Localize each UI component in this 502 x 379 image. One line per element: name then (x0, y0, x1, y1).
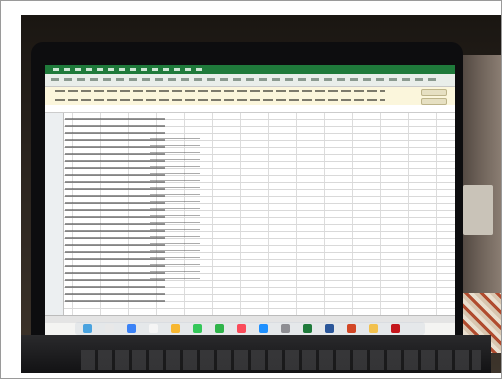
row-headers (45, 113, 64, 315)
calendar-icon[interactable] (149, 324, 158, 333)
chrome-icon[interactable] (369, 324, 378, 333)
spreadsheet-grid (45, 113, 455, 315)
settings-icon[interactable] (281, 324, 290, 333)
app-store-icon[interactable] (259, 324, 268, 333)
messages-icon[interactable] (193, 324, 202, 333)
photos-icon[interactable] (171, 324, 180, 333)
facetime-icon[interactable] (215, 324, 224, 333)
cell-data (150, 133, 200, 283)
notification-button (421, 89, 447, 96)
notification-button (421, 98, 447, 105)
keyboard (81, 350, 481, 370)
laptop-screen (45, 65, 455, 335)
spreadsheet-ribbon (45, 74, 455, 87)
dock (75, 322, 425, 335)
music-icon[interactable] (237, 324, 246, 333)
background-object (463, 185, 493, 235)
word-icon[interactable] (325, 324, 334, 333)
acrobat-icon[interactable] (391, 324, 400, 333)
spreadsheet-menubar (45, 65, 455, 74)
excel-icon[interactable] (303, 324, 312, 333)
photo (21, 15, 501, 373)
mail-icon[interactable] (127, 324, 136, 333)
powerpoint-icon[interactable] (347, 324, 356, 333)
safari-icon[interactable] (105, 324, 114, 333)
image-frame (0, 0, 502, 379)
finder-icon[interactable] (83, 324, 92, 333)
formula-bar (45, 105, 455, 113)
